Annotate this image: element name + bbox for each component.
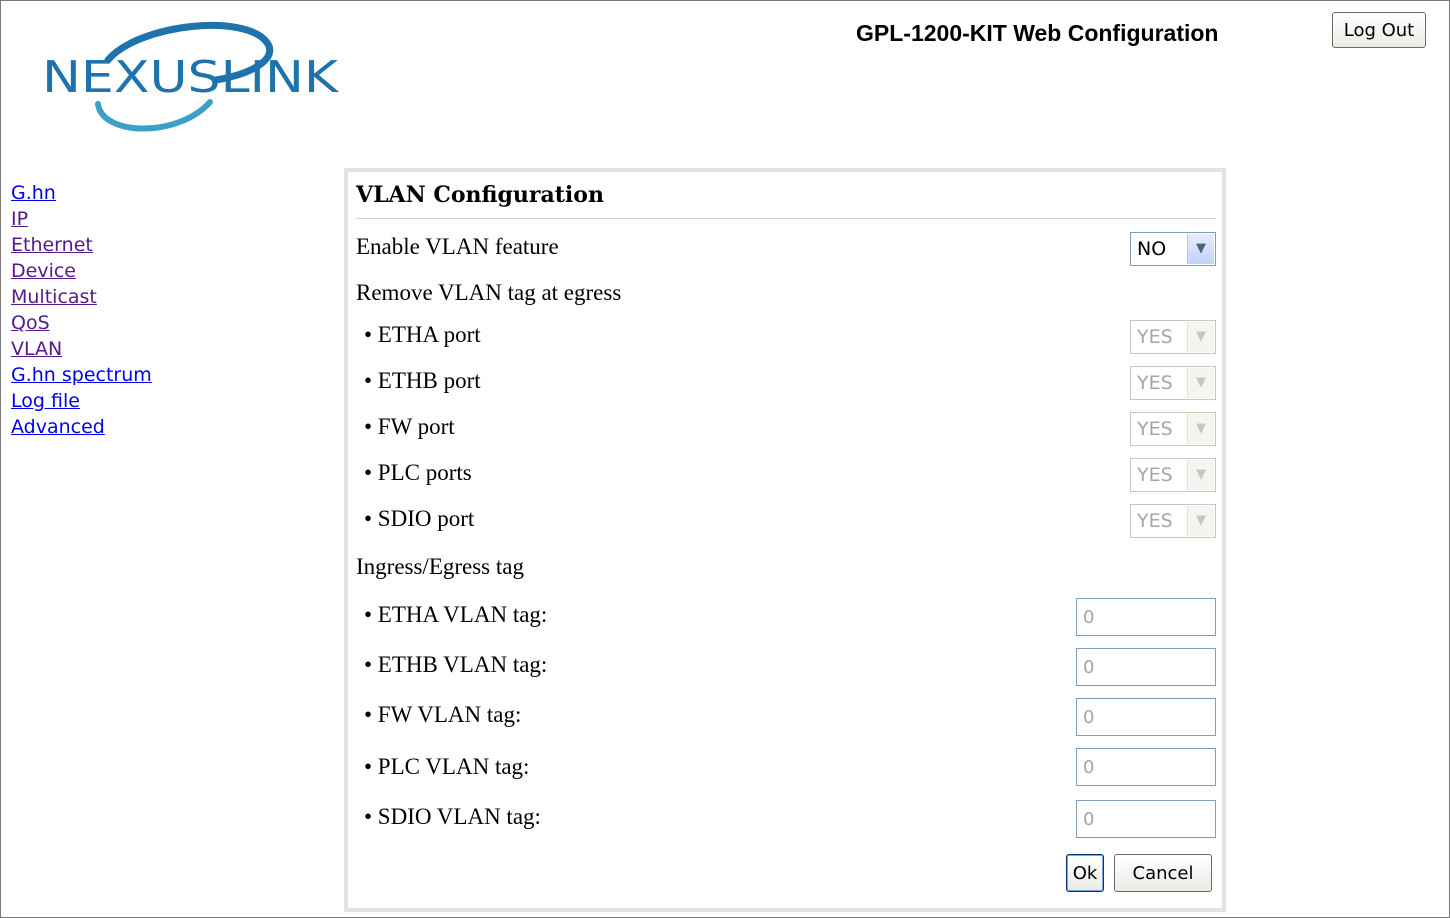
plc-ports-select: YES ▼ — [1130, 458, 1216, 492]
etha-vlan-tag-label: • ETHA VLAN tag: — [364, 602, 548, 627]
chevron-down-icon: ▼ — [1187, 368, 1214, 398]
chevron-down-icon: ▼ — [1187, 460, 1214, 490]
chevron-down-icon: ▼ — [1187, 234, 1214, 264]
etha-port-select: YES ▼ — [1130, 320, 1216, 354]
sidebar-item-multicast[interactable]: Multicast — [11, 284, 152, 310]
chevron-down-icon: ▼ — [1187, 506, 1214, 536]
sidebar-item-advanced[interactable]: Advanced — [11, 414, 152, 440]
ethb-vlan-tag-input — [1076, 648, 1216, 686]
ethb-port-select: YES ▼ — [1130, 366, 1216, 400]
sdio-port-label: • SDIO port — [364, 506, 475, 531]
chevron-down-icon: ▼ — [1187, 322, 1214, 352]
fw-vlan-tag-input — [1076, 698, 1216, 736]
sidebar-nav: G.hn IP Ethernet Device Multicast QoS VL… — [11, 180, 152, 440]
sdio-port-select: YES ▼ — [1130, 504, 1216, 538]
etha-vlan-tag-input — [1076, 598, 1216, 636]
chevron-down-icon: ▼ — [1187, 414, 1214, 444]
sdio-vlan-tag-label: • SDIO VLAN tag: — [364, 804, 541, 829]
fw-port-value: YES — [1137, 418, 1173, 440]
sidebar-item-ghn[interactable]: G.hn — [11, 180, 152, 206]
plc-vlan-tag-label: • PLC VLAN tag: — [364, 754, 530, 779]
fw-port-select: YES ▼ — [1130, 412, 1216, 446]
enable-vlan-label: Enable VLAN feature — [356, 234, 559, 259]
sidebar-item-ethernet[interactable]: Ethernet — [11, 232, 152, 258]
enable-vlan-select[interactable]: NO ▼ — [1130, 232, 1216, 266]
panel-divider — [356, 218, 1216, 219]
panel-title: VLAN Configuration — [356, 182, 604, 208]
remove-tag-section-label: Remove VLAN tag at egress — [356, 280, 622, 305]
ethb-port-label: • ETHB port — [364, 368, 481, 393]
sidebar-item-qos[interactable]: QoS — [11, 310, 152, 336]
etha-port-label: • ETHA port — [364, 322, 481, 347]
cancel-button[interactable]: Cancel — [1114, 854, 1212, 892]
sdio-vlan-tag-input — [1076, 800, 1216, 838]
plc-vlan-tag-input — [1076, 748, 1216, 786]
logout-button[interactable]: Log Out — [1332, 12, 1426, 48]
vlan-config-panel: VLAN Configuration Enable VLAN feature N… — [344, 168, 1226, 912]
page-title: GPL-1200-KIT Web Configuration — [856, 20, 1219, 46]
plc-ports-label: • PLC ports — [364, 460, 472, 485]
plc-ports-value: YES — [1137, 464, 1173, 486]
ethb-port-value: YES — [1137, 372, 1173, 394]
ethb-vlan-tag-label: • ETHB VLAN tag: — [364, 652, 548, 677]
sdio-port-value: YES — [1137, 510, 1173, 532]
sidebar-item-device[interactable]: Device — [11, 258, 152, 284]
sidebar-item-log-file[interactable]: Log file — [11, 388, 152, 414]
fw-vlan-tag-label: • FW VLAN tag: — [364, 702, 522, 727]
sidebar-item-ghn-spectrum[interactable]: G.hn spectrum — [11, 362, 152, 388]
sidebar-item-ip[interactable]: IP — [11, 206, 152, 232]
etha-port-value: YES — [1137, 326, 1173, 348]
sidebar-item-vlan[interactable]: VLAN — [11, 336, 152, 362]
ok-button[interactable]: Ok — [1066, 854, 1104, 892]
enable-vlan-value: NO — [1137, 238, 1167, 260]
nexuslink-logo: NEXUSLINK — [42, 22, 339, 132]
svg-text:NEXUSLINK: NEXUSLINK — [42, 52, 339, 103]
tag-section-label: Ingress/Egress tag — [356, 554, 524, 579]
fw-port-label: • FW port — [364, 414, 455, 439]
